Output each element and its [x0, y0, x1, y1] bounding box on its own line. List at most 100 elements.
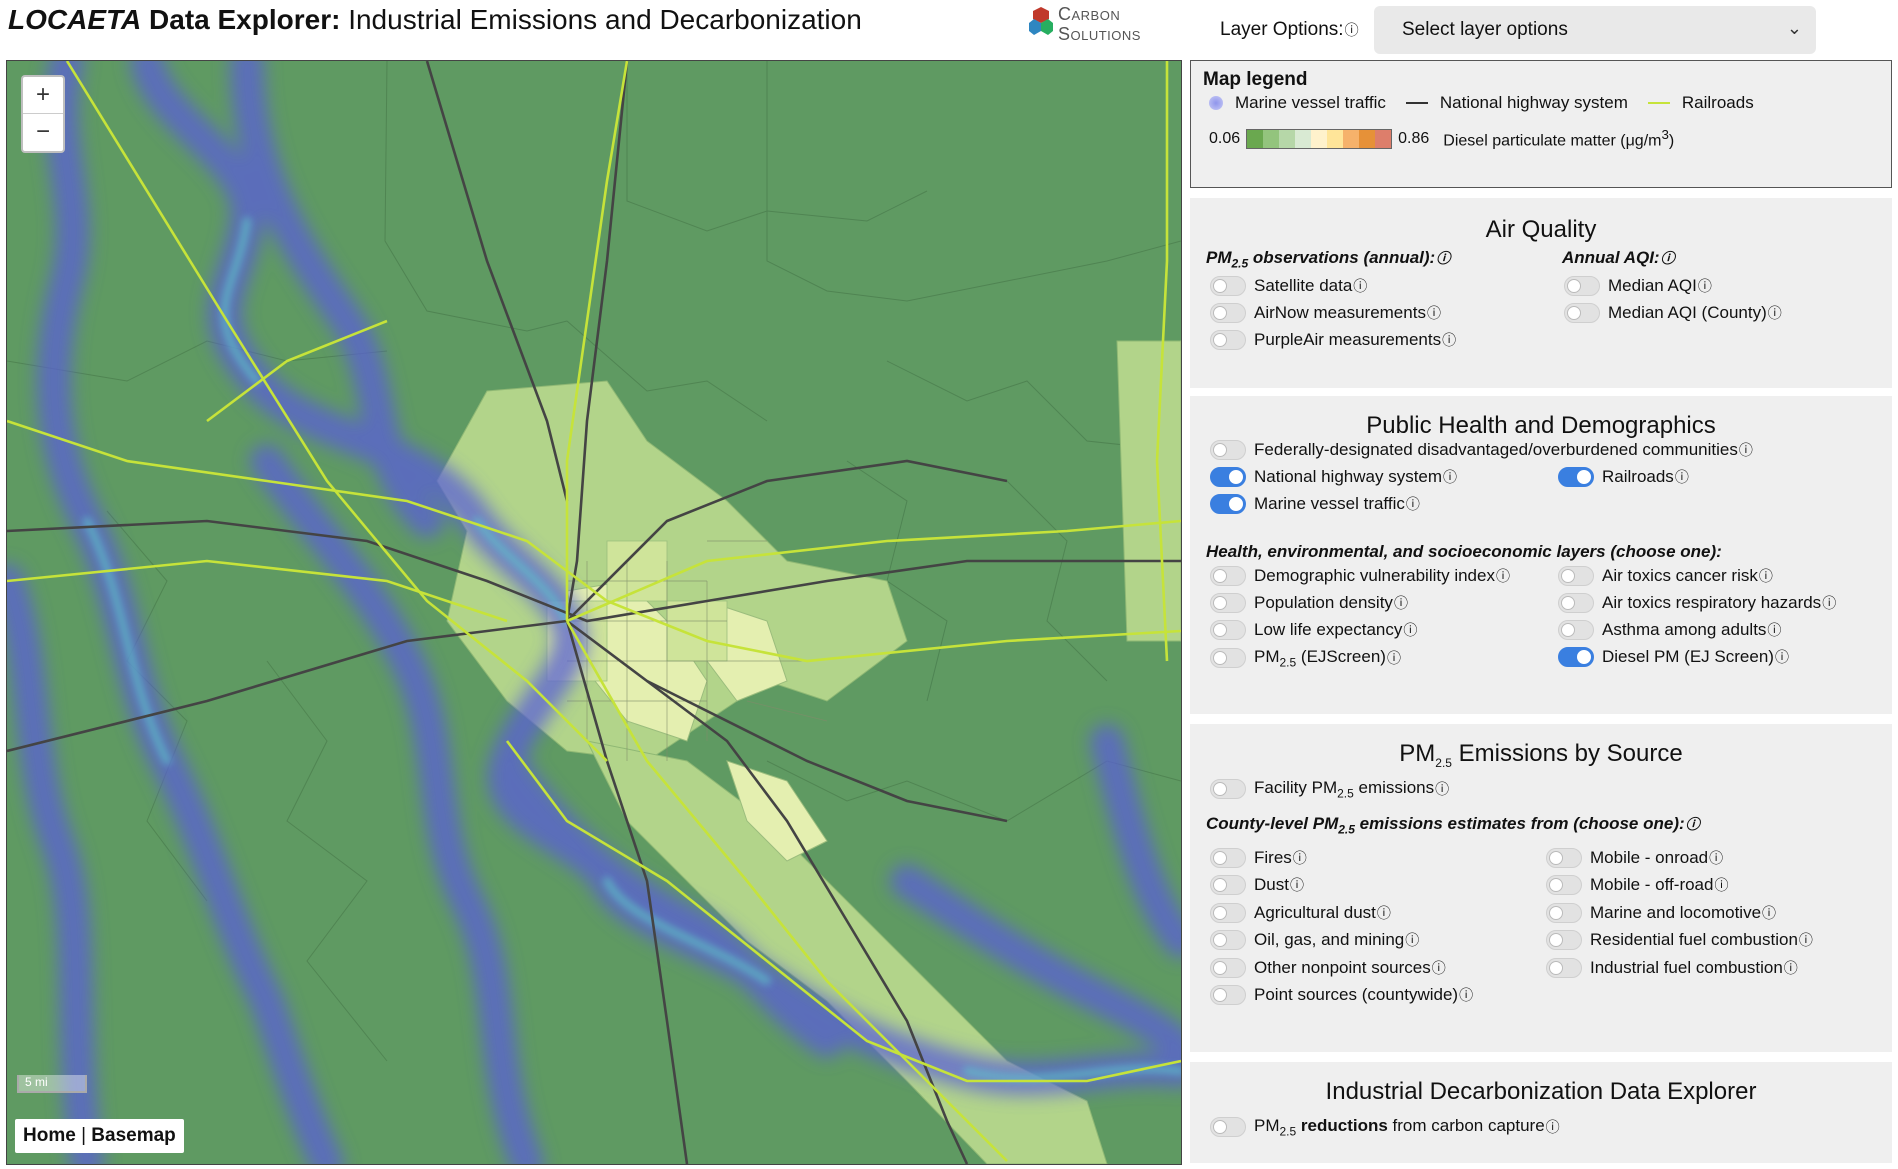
info-icon[interactable]: ⓘ	[1661, 250, 1675, 266]
toggle-asthma-among-adults[interactable]: Asthma among adults ⓘ	[1558, 620, 1781, 640]
toggle-mobile-onroad[interactable]: Mobile - onroad ⓘ	[1546, 848, 1723, 868]
toggle-switch[interactable]	[1546, 930, 1582, 951]
toggle-switch[interactable]	[1210, 957, 1246, 978]
toggle-national-highway-system[interactable]: National highway system ⓘ	[1210, 467, 1457, 487]
info-icon[interactable]: ⓘ	[1387, 648, 1401, 668]
toggle-switch[interactable]	[1210, 648, 1246, 669]
toggle-switch[interactable]	[1546, 902, 1582, 923]
toggle-pm-ejscreen[interactable]: PM2.5 (EJScreen) ⓘ	[1210, 647, 1401, 669]
toggle-switch[interactable]	[1558, 620, 1594, 640]
layer-options-select[interactable]: Select layer options ⌄	[1374, 6, 1816, 54]
info-icon[interactable]: ⓘ	[1762, 903, 1776, 923]
info-icon[interactable]: ⓘ	[1345, 22, 1359, 38]
toggle-switch[interactable]	[1210, 930, 1246, 951]
toggle-switch[interactable]	[1210, 848, 1246, 868]
info-icon[interactable]: ⓘ	[1739, 440, 1753, 460]
info-icon[interactable]: ⓘ	[1403, 620, 1417, 640]
toggle-switch[interactable]	[1558, 593, 1594, 613]
toggle-switch[interactable]	[1210, 494, 1246, 514]
toggle-facility-emissions[interactable]: Facility PM2.5 emissions ⓘ	[1210, 778, 1449, 800]
toggle-air-toxics-cancer-risk[interactable]: Air toxics cancer risk ⓘ	[1558, 566, 1773, 586]
map-canvas[interactable]	[7, 61, 1181, 1164]
toggle-oil-gas-and-mining[interactable]: Oil, gas, and mining ⓘ	[1210, 930, 1419, 951]
toggle-industrial-fuel-combustion[interactable]: Industrial fuel combustion ⓘ	[1546, 957, 1798, 978]
toggle-switch[interactable]	[1210, 276, 1246, 296]
info-icon[interactable]: ⓘ	[1799, 930, 1813, 950]
toggle-purpleair-measurements[interactable]: PurpleAir measurements ⓘ	[1210, 330, 1456, 350]
toggle-switch[interactable]	[1564, 276, 1600, 296]
info-icon[interactable]: ⓘ	[1394, 593, 1408, 613]
info-icon[interactable]: ⓘ	[1759, 566, 1773, 586]
toggle-railroads[interactable]: Railroads ⓘ	[1558, 467, 1689, 487]
info-icon[interactable]: ⓘ	[1459, 985, 1473, 1005]
toggle-switch[interactable]	[1546, 957, 1582, 978]
info-icon[interactable]: ⓘ	[1293, 848, 1307, 868]
toggle-point-sources-countywide[interactable]: Point sources (countywide) ⓘ	[1210, 985, 1473, 1005]
toggle-population-density[interactable]: Population density ⓘ	[1210, 593, 1408, 613]
info-icon[interactable]: ⓘ	[1709, 848, 1723, 868]
info-icon[interactable]: ⓘ	[1406, 494, 1420, 514]
toggle-residential-fuel-combustion[interactable]: Residential fuel combustion ⓘ	[1546, 930, 1813, 951]
info-icon[interactable]: ⓘ	[1442, 330, 1456, 350]
toggle-switch[interactable]	[1546, 848, 1582, 868]
info-icon[interactable]: ⓘ	[1443, 467, 1457, 487]
toggle-dust[interactable]: Dust ⓘ	[1210, 875, 1304, 896]
info-icon[interactable]: ⓘ	[1496, 566, 1510, 586]
info-icon[interactable]: ⓘ	[1675, 467, 1689, 487]
home-link[interactable]: Home	[23, 1125, 76, 1146]
toggle-switch[interactable]	[1210, 303, 1246, 323]
toggle-mobile-off-road[interactable]: Mobile - off-road ⓘ	[1546, 875, 1728, 896]
info-icon[interactable]: ⓘ	[1377, 903, 1391, 923]
toggle-switch[interactable]	[1546, 875, 1582, 896]
toggle-switch[interactable]	[1558, 467, 1594, 487]
info-icon[interactable]: ⓘ	[1435, 779, 1449, 799]
toggle-switch[interactable]	[1210, 985, 1246, 1005]
toggle-median-aqi[interactable]: Median AQI ⓘ	[1564, 276, 1712, 296]
toggle-switch[interactable]	[1210, 440, 1246, 460]
info-icon[interactable]: ⓘ	[1427, 303, 1441, 323]
toggle-switch[interactable]	[1210, 779, 1246, 800]
toggle-switch[interactable]	[1210, 566, 1246, 586]
info-icon[interactable]: ⓘ	[1714, 875, 1728, 895]
info-icon[interactable]: ⓘ	[1686, 816, 1700, 832]
toggle-switch[interactable]	[1558, 647, 1594, 667]
info-icon[interactable]: ⓘ	[1698, 276, 1712, 296]
toggle-carbon-capture-reductions[interactable]: PM2.5 reductions from carbon capture ⓘ	[1210, 1116, 1560, 1138]
toggle-airnow-measurements[interactable]: AirNow measurements ⓘ	[1210, 303, 1441, 323]
toggle-diesel-pm-ej-screen[interactable]: Diesel PM (EJ Screen) ⓘ	[1558, 647, 1789, 667]
info-icon[interactable]: ⓘ	[1353, 276, 1367, 296]
toggle-satellite-data[interactable]: Satellite data ⓘ	[1210, 276, 1367, 296]
toggle-fires[interactable]: Fires ⓘ	[1210, 848, 1307, 868]
toggle-agricultural-dust[interactable]: Agricultural dust ⓘ	[1210, 902, 1391, 923]
info-icon[interactable]: ⓘ	[1405, 930, 1419, 950]
info-icon[interactable]: ⓘ	[1822, 593, 1836, 613]
toggle-air-toxics-respiratory-hazards[interactable]: Air toxics respiratory hazards ⓘ	[1558, 593, 1836, 613]
info-icon[interactable]: ⓘ	[1767, 620, 1781, 640]
toggle-switch[interactable]	[1558, 566, 1594, 586]
toggle-other-nonpoint-sources[interactable]: Other nonpoint sources ⓘ	[1210, 957, 1446, 978]
toggle-federally-designated-disadvantaged-overburdened-communities[interactable]: Federally-designated disadvantaged/overb…	[1210, 440, 1753, 460]
toggle-switch[interactable]	[1210, 902, 1246, 923]
toggle-switch[interactable]	[1210, 330, 1246, 350]
toggle-switch[interactable]	[1210, 1117, 1246, 1138]
toggle-marine-and-locomotive[interactable]: Marine and locomotive ⓘ	[1546, 902, 1776, 923]
map-view[interactable]: + − 5 mi Home | Basemap	[6, 60, 1182, 1165]
info-icon[interactable]: ⓘ	[1768, 303, 1782, 323]
info-icon[interactable]: ⓘ	[1546, 1117, 1560, 1137]
toggle-low-life-expectancy[interactable]: Low life expectancy ⓘ	[1210, 620, 1417, 640]
info-icon[interactable]: ⓘ	[1432, 958, 1446, 978]
info-icon[interactable]: ⓘ	[1290, 875, 1304, 895]
toggle-median-aqi-county[interactable]: Median AQI (County) ⓘ	[1564, 303, 1782, 323]
info-icon[interactable]: ⓘ	[1784, 958, 1798, 978]
info-icon[interactable]: ⓘ	[1775, 647, 1789, 667]
basemap-link[interactable]: Basemap	[91, 1125, 176, 1146]
toggle-switch[interactable]	[1564, 303, 1600, 323]
toggle-switch[interactable]	[1210, 875, 1246, 896]
toggle-switch[interactable]	[1210, 620, 1246, 640]
zoom-in-button[interactable]: +	[23, 77, 63, 114]
toggle-switch[interactable]	[1210, 467, 1246, 487]
info-icon[interactable]: ⓘ	[1436, 250, 1450, 266]
toggle-marine-vessel-traffic[interactable]: Marine vessel traffic ⓘ	[1210, 494, 1420, 514]
zoom-out-button[interactable]: −	[23, 114, 63, 150]
toggle-switch[interactable]	[1210, 593, 1246, 613]
